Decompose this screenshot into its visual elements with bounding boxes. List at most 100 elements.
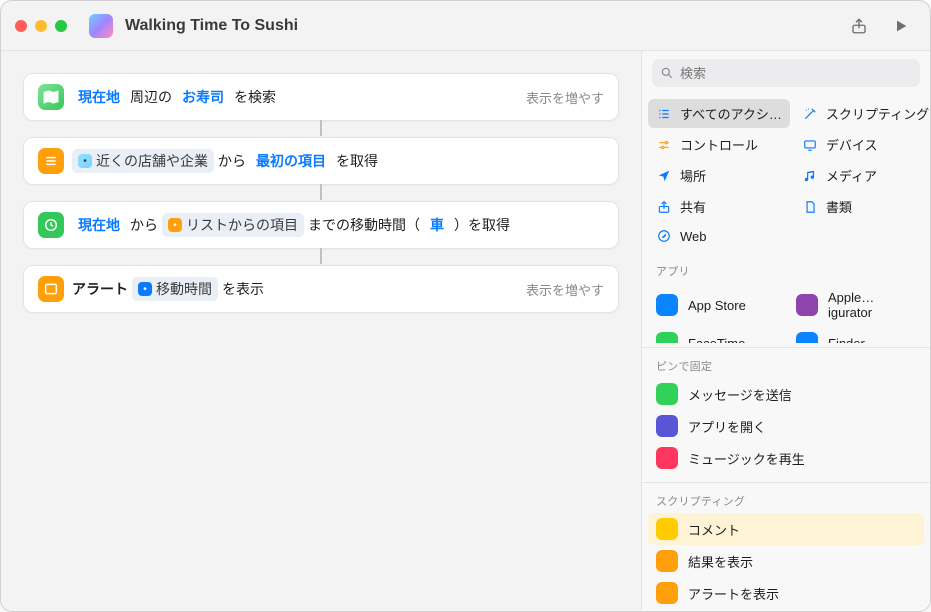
category-item[interactable]: Web (648, 223, 790, 249)
category-grid: すべてのアクシ… スクリプティングコントロール デバイス場所 メディア共有 書類 Web (642, 95, 930, 255)
category-item[interactable]: 場所 (648, 161, 790, 190)
main-split: 現在地周辺のお寿司を検索表示を増やす•近くの店舗や企業から最初の項目を取得現在地… (1, 51, 930, 611)
variable-token[interactable]: お寿司 (176, 85, 230, 109)
action-step[interactable]: アラート•移動時間を表示 表示を増やす (23, 265, 619, 313)
fullscreen-button[interactable] (55, 20, 67, 32)
scripting-action-item[interactable]: コメント (648, 513, 924, 545)
pinned-header: ピンで固定 (642, 350, 930, 378)
static-text: 周辺の (130, 87, 172, 107)
category-label: Web (680, 229, 707, 244)
static-text: ）を取得 (454, 215, 510, 235)
static-text: を検索 (234, 87, 276, 107)
app-icon (656, 447, 678, 469)
category-label: 書類 (826, 197, 852, 216)
category-item[interactable]: すべてのアクシ… (648, 99, 790, 128)
action-step[interactable]: 現在地周辺のお寿司を検索 表示を増やす (23, 73, 619, 121)
show-more-button[interactable]: 表示を増やす (526, 280, 604, 299)
app-item[interactable]: App Store (648, 285, 784, 325)
static-text: から (218, 151, 246, 171)
pinned-action-item[interactable]: ミュージックを再生 (648, 442, 924, 474)
variable-token[interactable]: 車 (424, 213, 450, 237)
display-icon (802, 137, 818, 153)
action-text: •近くの店舗や企業から最初の項目を取得 (72, 149, 378, 173)
category-item[interactable]: デバイス (794, 130, 930, 159)
scripting-header: スクリプティング (642, 485, 930, 513)
shortcut-title: Walking Time To Sushi (125, 17, 298, 35)
item-label: FaceTime (688, 336, 745, 344)
run-button[interactable] (886, 18, 916, 34)
item-label: Finder (828, 336, 865, 344)
category-label: 共有 (680, 197, 706, 216)
app-icon (656, 518, 678, 540)
shortcuts-editor-window: Walking Time To Sushi 現在地周辺のお寿司を検索表示を増やす… (0, 0, 931, 612)
library-sidebar: すべてのアクシ…スクリプティングコントロールデバイス場所メディア共有書類Web … (641, 51, 930, 611)
static-text: から (130, 215, 158, 235)
item-label: App Store (688, 298, 746, 313)
category-item[interactable]: 書類 (794, 192, 930, 221)
item-label: 結果を表示 (688, 552, 753, 571)
item-label: コメント (688, 520, 740, 539)
category-label: 場所 (680, 166, 706, 185)
category-item[interactable]: メディア (794, 161, 930, 190)
category-item[interactable]: 共有 (648, 192, 790, 221)
action-label: アラート (72, 279, 128, 299)
pinned-action-item[interactable]: アプリを開く (648, 410, 924, 442)
show-more-button[interactable]: 表示を増やす (526, 88, 604, 107)
app-icon (656, 332, 678, 343)
token-icon: • (168, 218, 182, 232)
app-icon (656, 383, 678, 405)
category-item[interactable]: コントロール (648, 130, 790, 159)
action-text: 現在地から•リストからの項目までの移動時間（車）を取得 (72, 213, 510, 237)
magic-variable-token[interactable]: •移動時間 (132, 277, 218, 301)
variable-token[interactable]: 現在地 (72, 213, 126, 237)
location-icon (656, 168, 672, 184)
window-controls (15, 20, 67, 32)
item-label: Apple…igurator (828, 290, 916, 320)
pinned-list: メッセージを送信アプリを開くミュージックを再生 (642, 378, 930, 478)
item-label: アラートを表示 (688, 584, 779, 603)
app-item[interactable]: Finder (788, 327, 924, 343)
app-icon (656, 582, 678, 604)
doc-icon (802, 199, 818, 215)
wand-icon (802, 106, 818, 122)
variable-token[interactable]: 最初の項目 (250, 149, 332, 173)
action-text: アラート•移動時間を表示 (72, 277, 264, 301)
maps-icon (38, 84, 64, 110)
apps-header: アプリ (642, 255, 930, 283)
workflow-canvas[interactable]: 現在地周辺のお寿司を検索表示を増やす•近くの店舗や企業から最初の項目を取得現在地… (1, 51, 641, 611)
variable-token[interactable]: 現在地 (72, 85, 126, 109)
music-icon (802, 168, 818, 184)
item-label: ミュージックを再生 (688, 449, 805, 468)
scripting-action-item[interactable]: アラートを表示 (648, 577, 924, 609)
magic-variable-token[interactable]: •リストからの項目 (162, 213, 304, 237)
action-step[interactable]: 現在地から•リストからの項目までの移動時間（車）を取得 (23, 201, 619, 249)
pinned-action-item[interactable]: メッセージを送信 (648, 378, 924, 410)
category-label: コントロール (680, 135, 758, 154)
scripting-action-item[interactable]: 入力を要求 (648, 609, 924, 611)
scripting-action-item[interactable]: 結果を表示 (648, 545, 924, 577)
share-button[interactable] (844, 17, 874, 35)
category-label: すべてのアクシ… (680, 104, 782, 123)
search-input[interactable] (680, 66, 912, 81)
app-item[interactable]: FaceTime (648, 327, 784, 343)
divider (642, 482, 930, 483)
static-text: を取得 (336, 151, 378, 171)
safari-icon (656, 228, 672, 244)
item-label: メッセージを送信 (688, 385, 792, 404)
list-icon (656, 106, 672, 122)
app-item[interactable]: Apple…igurator (788, 285, 924, 325)
scripting-list: コメント結果を表示アラートを表示入力を要求数えるメニューから選択 (642, 513, 930, 611)
static-text: までの移動時間（ (308, 215, 420, 235)
category-item[interactable]: スクリプティング (794, 99, 930, 128)
action-step[interactable]: •近くの店舗や企業から最初の項目を取得 (23, 137, 619, 185)
library-search[interactable] (652, 59, 920, 87)
close-button[interactable] (15, 20, 27, 32)
app-icon (796, 332, 818, 343)
minimize-button[interactable] (35, 20, 47, 32)
search-icon (660, 66, 674, 80)
token-icon: • (78, 154, 92, 168)
app-icon (656, 550, 678, 572)
category-label: デバイス (826, 135, 878, 154)
shortcut-icon (89, 14, 113, 38)
magic-variable-token[interactable]: •近くの店舗や企業 (72, 149, 214, 173)
